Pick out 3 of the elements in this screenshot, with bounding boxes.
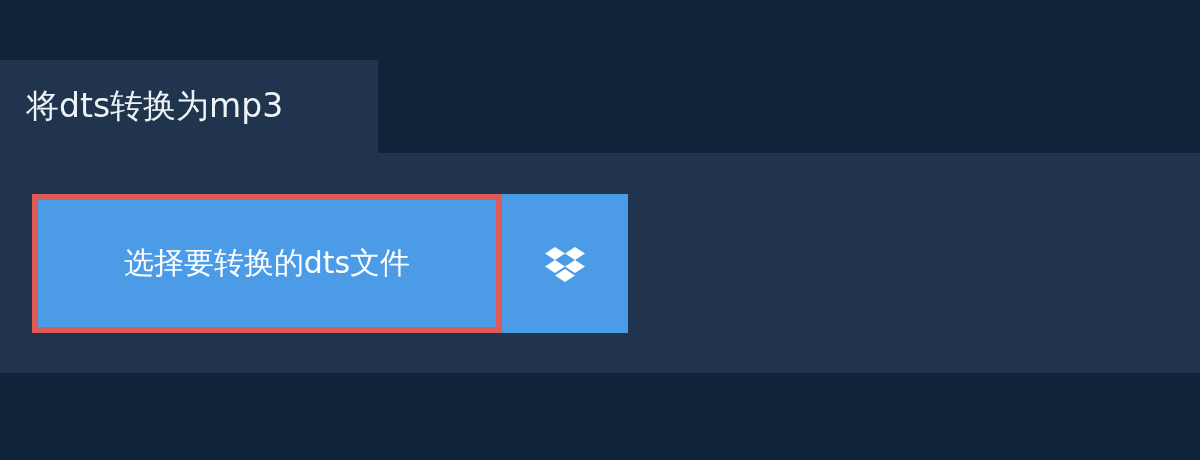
boxes-icon: [544, 244, 586, 283]
icon-button[interactable]: [502, 194, 628, 333]
page-tab[interactable]: 将dts转换为mp3: [0, 60, 378, 153]
